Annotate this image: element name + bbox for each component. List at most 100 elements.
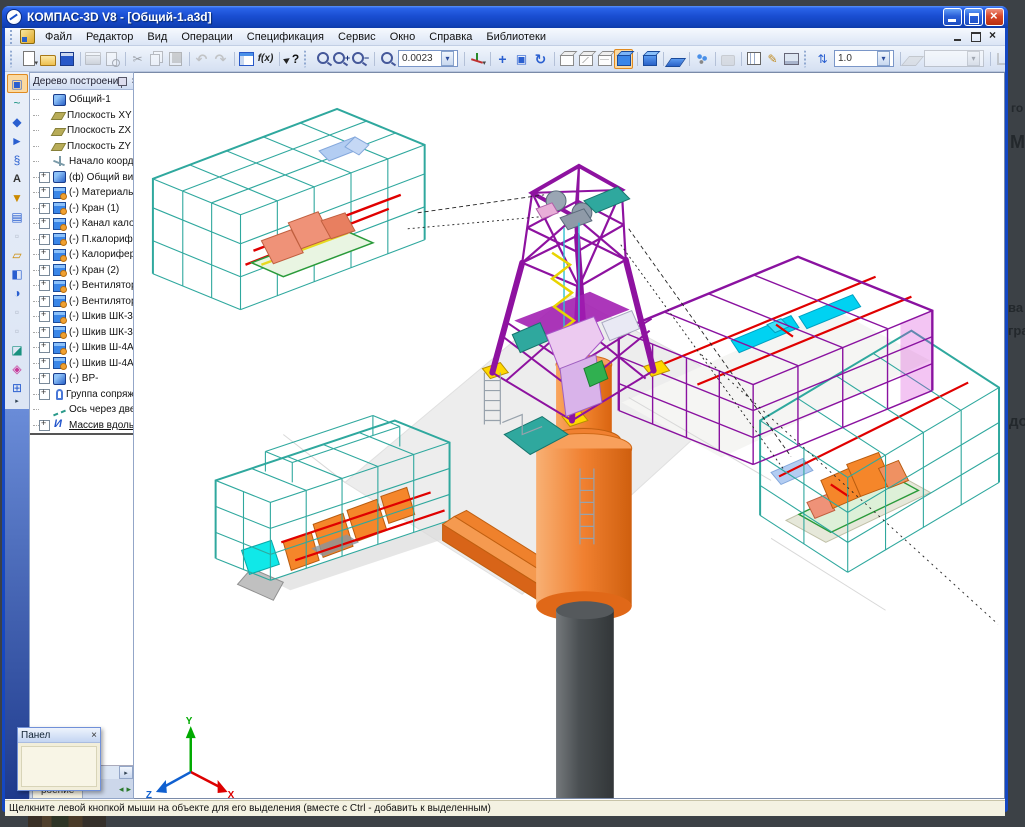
floating-panel-close-icon[interactable]: × — [91, 730, 97, 741]
sketch-button[interactable]: ✎ — [763, 49, 782, 69]
title-bar[interactable]: КОМПАС-3D V8 - [Общий-1.a3d] — [2, 6, 1008, 28]
sheave-wheels-3d[interactable] — [536, 187, 630, 230]
lp-assembly-button[interactable]: ◈ — [7, 359, 28, 378]
expander-icon[interactable] — [39, 234, 50, 245]
shaded-edges-button[interactable] — [640, 49, 659, 69]
undo-button[interactable]: ↶ — [192, 49, 211, 69]
menu-view[interactable]: Вид — [140, 30, 174, 44]
expander-icon[interactable] — [39, 249, 50, 260]
pin-icon[interactable] — [118, 77, 127, 86]
new-document-button[interactable] — [19, 49, 38, 69]
menu-edit[interactable]: Редактор — [79, 30, 140, 44]
lp-disabled-1-button[interactable]: ▫ — [7, 226, 28, 245]
lp-disabled-2-button[interactable]: ▫ — [7, 302, 28, 321]
tab-prev-icon[interactable]: ◂ — [119, 784, 124, 795]
expander-icon[interactable] — [39, 280, 50, 291]
layer-combo[interactable] — [924, 50, 984, 67]
lp-measure-button[interactable]: A — [7, 169, 28, 188]
menu-operations[interactable]: Операции — [174, 30, 239, 44]
3d-scene[interactable]: Y X Z — [134, 73, 1004, 798]
open-button[interactable] — [38, 49, 57, 69]
menu-window[interactable]: Окно — [383, 30, 423, 44]
tree-item-fan-2[interactable]: (-) Вентилятор — [30, 294, 133, 310]
lp-surface-button[interactable]: ◆ — [7, 112, 28, 131]
expander-icon[interactable] — [39, 187, 50, 198]
document-icon[interactable] — [20, 29, 35, 44]
zoom-button[interactable] — [313, 49, 332, 69]
specification-button[interactable] — [237, 49, 256, 69]
mdi-close-button[interactable] — [986, 30, 1000, 43]
expander-icon[interactable] — [39, 389, 50, 400]
print-button[interactable] — [83, 49, 102, 69]
pan-button[interactable]: + — [493, 49, 512, 69]
expander-icon[interactable] — [39, 296, 50, 307]
tree-item-crane-1[interactable]: (-) Кран (1) — [30, 201, 133, 217]
halftone-section-button[interactable] — [666, 49, 685, 69]
lp-filter-button[interactable]: ▼ — [7, 188, 28, 207]
tree-item-plane-xy[interactable]: Плоскость XY — [30, 108, 133, 124]
expander-icon[interactable] — [39, 218, 50, 229]
print-preview-button[interactable] — [102, 49, 121, 69]
zoom-out-button[interactable]: − — [351, 49, 370, 69]
lp-edit-part-button[interactable]: ▣ — [7, 74, 28, 93]
menu-libraries[interactable]: Библиотеки — [479, 30, 553, 44]
tree-item-array[interactable]: Массив вдоль — [30, 418, 133, 436]
menu-help[interactable]: Справка — [422, 30, 479, 44]
lp-report-button[interactable]: ▤ — [7, 207, 28, 226]
lp-extrude-button[interactable]: ◧ — [7, 264, 28, 283]
wireframe-hidden-button[interactable] — [576, 49, 595, 69]
tree-item-root[interactable]: Общий-1 — [30, 92, 133, 108]
minimize-button[interactable] — [943, 8, 962, 26]
expander-icon[interactable] — [39, 373, 50, 384]
expander-icon[interactable] — [39, 172, 50, 183]
expander-icon[interactable] — [39, 327, 50, 338]
tree-item-vr[interactable]: (-) ВР- — [30, 371, 133, 387]
lp-disabled-3-button[interactable]: ▫ — [7, 321, 28, 340]
lp-window-button[interactable]: ⊞ — [7, 378, 28, 397]
tree-item-fan-1[interactable]: (-) Вентилятор — [30, 278, 133, 294]
copy-button[interactable] — [147, 49, 166, 69]
floating-panel-titlebar[interactable]: Панел × — [18, 728, 100, 743]
tree-item-general-view[interactable]: (ф) Общий вид — [30, 170, 133, 186]
orientation-button[interactable] — [467, 49, 486, 69]
document-grid-button[interactable] — [744, 49, 763, 69]
simplified-display-button[interactable] — [692, 49, 711, 69]
tree-item-sheave-shk3-2[interactable]: (-) Шкив ШК-3 — [30, 325, 133, 341]
tree-item-heater[interactable]: (-) Калориферн — [30, 247, 133, 263]
hidden-lines-thin-button[interactable] — [595, 49, 614, 69]
tab-next-icon[interactable]: ▸ — [126, 784, 131, 795]
context-help-button[interactable]: ? — [282, 49, 301, 69]
mdi-restore-button[interactable] — [969, 30, 983, 43]
expander-icon[interactable] — [39, 311, 50, 322]
close-button[interactable] — [985, 8, 1004, 26]
step-button[interactable]: ⇅ — [813, 49, 832, 69]
zoom-area-button[interactable] — [377, 49, 396, 69]
save-button[interactable] — [57, 49, 76, 69]
wireframe-button[interactable] — [557, 49, 576, 69]
cut-button[interactable]: ✂ — [128, 49, 147, 69]
tree-item-plane-zx[interactable]: Плоскость ZX — [30, 123, 133, 139]
rotate-button[interactable]: ↻ — [531, 49, 550, 69]
tree-item-plane-zy[interactable]: Плоскость ZY — [30, 139, 133, 155]
expander-icon[interactable] — [39, 203, 50, 214]
building-topleft-3d[interactable] — [153, 109, 425, 310]
lp-spline-button[interactable]: ~ — [7, 93, 28, 112]
menu-specification[interactable]: Спецификация — [240, 30, 331, 44]
lp-mates-button[interactable]: § — [7, 150, 28, 169]
zoom-frame-button[interactable]: ▣ — [512, 49, 531, 69]
expander-icon[interactable] — [39, 342, 50, 353]
tree-item-crane-2[interactable]: (-) Кран (2) — [30, 263, 133, 279]
paste-button[interactable] — [166, 49, 185, 69]
shaft-pipe-3d[interactable] — [556, 601, 614, 798]
redo-button[interactable]: ↷ — [211, 49, 230, 69]
step-combo[interactable]: 1.0 — [834, 50, 894, 67]
restore-button[interactable] — [964, 8, 983, 26]
tree-item-sheave-shk3-1[interactable]: (-) Шкив ШК-3 — [30, 309, 133, 325]
scroll-right-icon[interactable]: ▸ — [119, 766, 133, 779]
floating-panel[interactable]: Панел × — [17, 727, 101, 791]
lp-folder-button[interactable]: ▱ — [7, 245, 28, 264]
tree-item-material[interactable]: (-) Материальн — [30, 185, 133, 201]
expander-icon[interactable] — [39, 420, 50, 431]
shaded-display-button[interactable] — [614, 49, 633, 69]
variables-button[interactable]: f(x) — [256, 49, 275, 69]
